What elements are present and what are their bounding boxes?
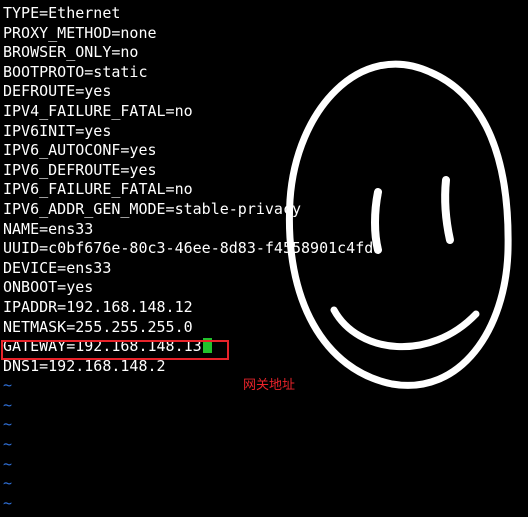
gateway-highlight-box: [1, 340, 229, 360]
config-line-device: DEVICE=ens33: [3, 258, 112, 277]
file-content[interactable]: TYPE=Ethernet PROXY_METHOD=none BROWSER_…: [3, 4, 373, 513]
empty-line-marker: ~: [3, 376, 13, 395]
config-line-ipv4-failure-fatal: IPV4_FAILURE_FATAL=no: [3, 101, 193, 120]
config-line-browser-only: BROWSER_ONLY=no: [3, 43, 139, 62]
config-line-uuid: UUID=c0bf676e-80c3-46ee-8d83-f4558901c4f…: [3, 239, 374, 258]
config-line-ipv6-autoconf: IPV6_AUTOCONF=yes: [3, 141, 157, 160]
smiley-right-eye: [441, 176, 454, 244]
empty-line-marker: ~: [3, 435, 13, 454]
empty-line-marker: ~: [3, 454, 13, 473]
empty-line-marker: ~: [3, 474, 13, 493]
config-line-ipv6-defroute: IPV6_DEFROUTE=yes: [3, 160, 157, 179]
gateway-annotation-label: 网关地址: [243, 378, 296, 393]
config-line-ipv6init: IPV6INIT=yes: [3, 121, 112, 140]
config-line-netmask: NETMASK=255.255.255.0: [3, 317, 193, 336]
terminal-window[interactable]: TYPE=Ethernet PROXY_METHOD=none BROWSER_…: [0, 0, 528, 517]
empty-line-marker: ~: [3, 415, 13, 434]
empty-line-marker: ~: [3, 395, 13, 414]
config-line-proxy-method: PROXY_METHOD=none: [3, 23, 157, 42]
empty-line-marker: ~: [3, 493, 13, 512]
config-line-bootproto: BOOTPROTO=static: [3, 62, 148, 81]
config-line-ipv6-failure-fatal: IPV6_FAILURE_FATAL=no: [3, 180, 193, 199]
config-line-ipaddr: IPADDR=192.168.148.12: [3, 297, 193, 316]
smiley-left-eye: [371, 188, 382, 254]
config-line-onboot: ONBOOT=yes: [3, 278, 94, 297]
config-line-ipv6-addr-gen-mode: IPV6_ADDR_GEN_MODE=stable-privacy: [3, 199, 302, 218]
config-line-defroute: DEFROUTE=yes: [3, 82, 112, 101]
config-line-name: NAME=ens33: [3, 219, 94, 238]
config-line-type: TYPE=Ethernet: [3, 4, 121, 22]
